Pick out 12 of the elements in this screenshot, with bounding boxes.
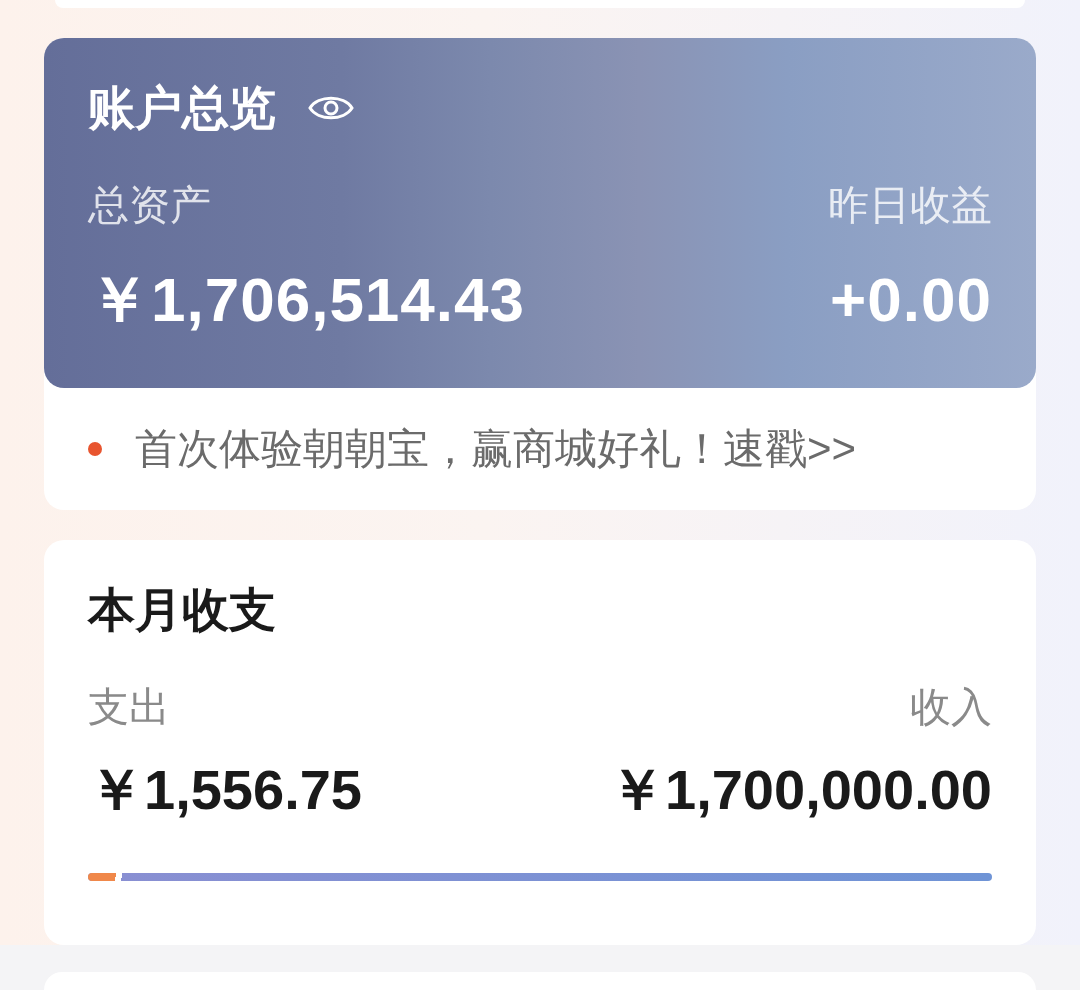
yesterday-earnings-label: 昨日收益 — [828, 181, 992, 229]
yesterday-earnings-amount: +0.00 — [830, 265, 992, 335]
total-assets-amount: ￥1,706,514.43 — [88, 265, 525, 335]
income-label: 收入 — [910, 683, 992, 731]
expense-label: 支出 — [88, 683, 170, 731]
promo-link[interactable]: 首次体验朝朝宝，赢商城好礼！速戳>> — [135, 424, 857, 474]
expense-amount: ￥1,556.75 — [88, 758, 362, 822]
bullet-dot-icon — [88, 442, 102, 456]
card-title: 账户总览 — [88, 80, 276, 136]
total-assets-label: 总资产 — [88, 181, 211, 229]
card-title: 本月收支 — [88, 582, 276, 638]
income-amount: ￥1,700,000.00 — [609, 758, 992, 822]
